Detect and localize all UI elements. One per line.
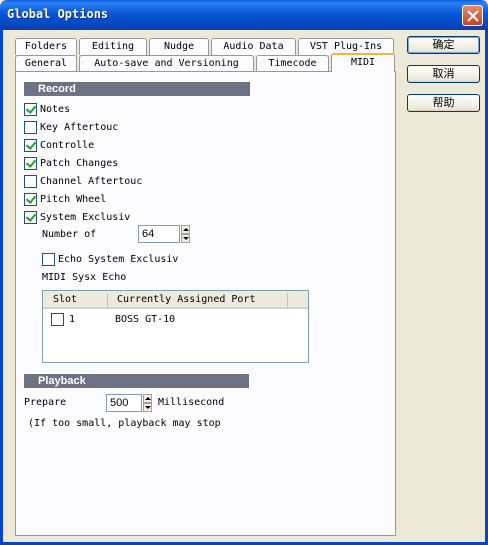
close-icon (467, 10, 479, 22)
list-header: Slot Currently Assigned Port (43, 291, 308, 309)
table-row[interactable]: 1 BOSS GT-10 (51, 313, 301, 327)
column-divider[interactable] (107, 293, 108, 307)
record-pitch-wheel-option[interactable]: Pitch Wheel (24, 193, 106, 207)
playback-section-header: Playback (24, 374, 249, 388)
spin-down-icon[interactable] (181, 234, 190, 243)
prepare-spinner[interactable] (143, 394, 152, 412)
system-exclusive-checkbox[interactable] (24, 211, 37, 224)
patch-changes-checkbox[interactable] (24, 157, 37, 170)
spin-down-icon[interactable] (143, 403, 152, 412)
echo-system-exclusive-label: Echo System Exclusiv (58, 254, 179, 265)
title-bar: Global Options (0, 0, 488, 30)
prepare-label: Prepare (24, 397, 67, 408)
channel-aftertouch-label: Channel Aftertouc (40, 176, 143, 187)
midi-sysx-echo-label: MIDI Sysx Echo (42, 272, 127, 283)
number-of-input[interactable]: 64 (138, 225, 180, 243)
tab-general[interactable]: General (15, 55, 77, 72)
slot-1-checkbox[interactable] (51, 313, 64, 326)
record-section-header: Record (24, 82, 250, 96)
echo-system-exclusive-checkbox[interactable] (42, 253, 55, 266)
notes-label: Notes (40, 104, 71, 115)
close-button[interactable] (462, 5, 483, 26)
sysx-echo-port-list[interactable]: Slot Currently Assigned Port 1 BOSS GT-1… (42, 290, 309, 363)
prepare-input[interactable]: 500 (106, 394, 142, 412)
record-key-aftertouch-option[interactable]: Key Aftertouc (24, 121, 118, 135)
number-of-spinner[interactable] (181, 225, 190, 243)
key-aftertouch-label: Key Aftertouc (40, 122, 119, 133)
spin-up-icon[interactable] (181, 225, 190, 234)
notes-checkbox[interactable] (24, 103, 37, 116)
millisecond-label: Millisecond (158, 397, 225, 408)
controllers-label: Controlle (40, 140, 95, 151)
pitch-wheel-checkbox[interactable] (24, 193, 37, 206)
column-divider[interactable] (287, 293, 288, 307)
record-notes-option[interactable]: Notes (24, 103, 70, 117)
channel-aftertouch-checkbox[interactable] (24, 175, 37, 188)
window-title: Global Options (7, 7, 109, 21)
help-button[interactable]: 帮助 (407, 94, 480, 112)
tab-auto-save[interactable]: Auto-save and Versioning (79, 55, 254, 72)
column-assigned-port[interactable]: Currently Assigned Port (117, 294, 255, 305)
record-patch-changes-option[interactable]: Patch Changes (24, 157, 118, 171)
assigned-port: BOSS GT-10 (115, 314, 176, 325)
tab-timecode[interactable]: Timecode (256, 55, 329, 72)
tab-audio-data[interactable]: Audio Data (211, 38, 296, 55)
key-aftertouch-checkbox[interactable] (24, 121, 37, 134)
spin-up-icon[interactable] (143, 394, 152, 403)
tab-nudge[interactable]: Nudge (149, 38, 209, 55)
tab-folders[interactable]: Folders (15, 38, 77, 55)
number-of-label: Number of (42, 229, 97, 240)
record-controllers-option[interactable]: Controlle (24, 139, 94, 153)
playback-note: (If too small, playback may stop (28, 418, 221, 429)
column-slot[interactable]: Slot (53, 294, 77, 305)
record-channel-aftertouch-option[interactable]: Channel Aftertouc (24, 175, 142, 189)
tab-midi[interactable]: MIDI (331, 53, 395, 72)
record-system-exclusive-option[interactable]: System Exclusiv (24, 211, 130, 225)
echo-system-exclusive-option[interactable]: Echo System Exclusiv (42, 253, 178, 267)
slot-number: 1 (69, 314, 76, 325)
cancel-button[interactable]: 取消 (407, 65, 480, 83)
tab-editing[interactable]: Editing (79, 38, 147, 55)
patch-changes-label: Patch Changes (40, 158, 119, 169)
ok-button[interactable]: 确定 (407, 36, 480, 54)
pitch-wheel-label: Pitch Wheel (40, 194, 107, 205)
controllers-checkbox[interactable] (24, 139, 37, 152)
system-exclusive-label: System Exclusiv (40, 212, 131, 223)
